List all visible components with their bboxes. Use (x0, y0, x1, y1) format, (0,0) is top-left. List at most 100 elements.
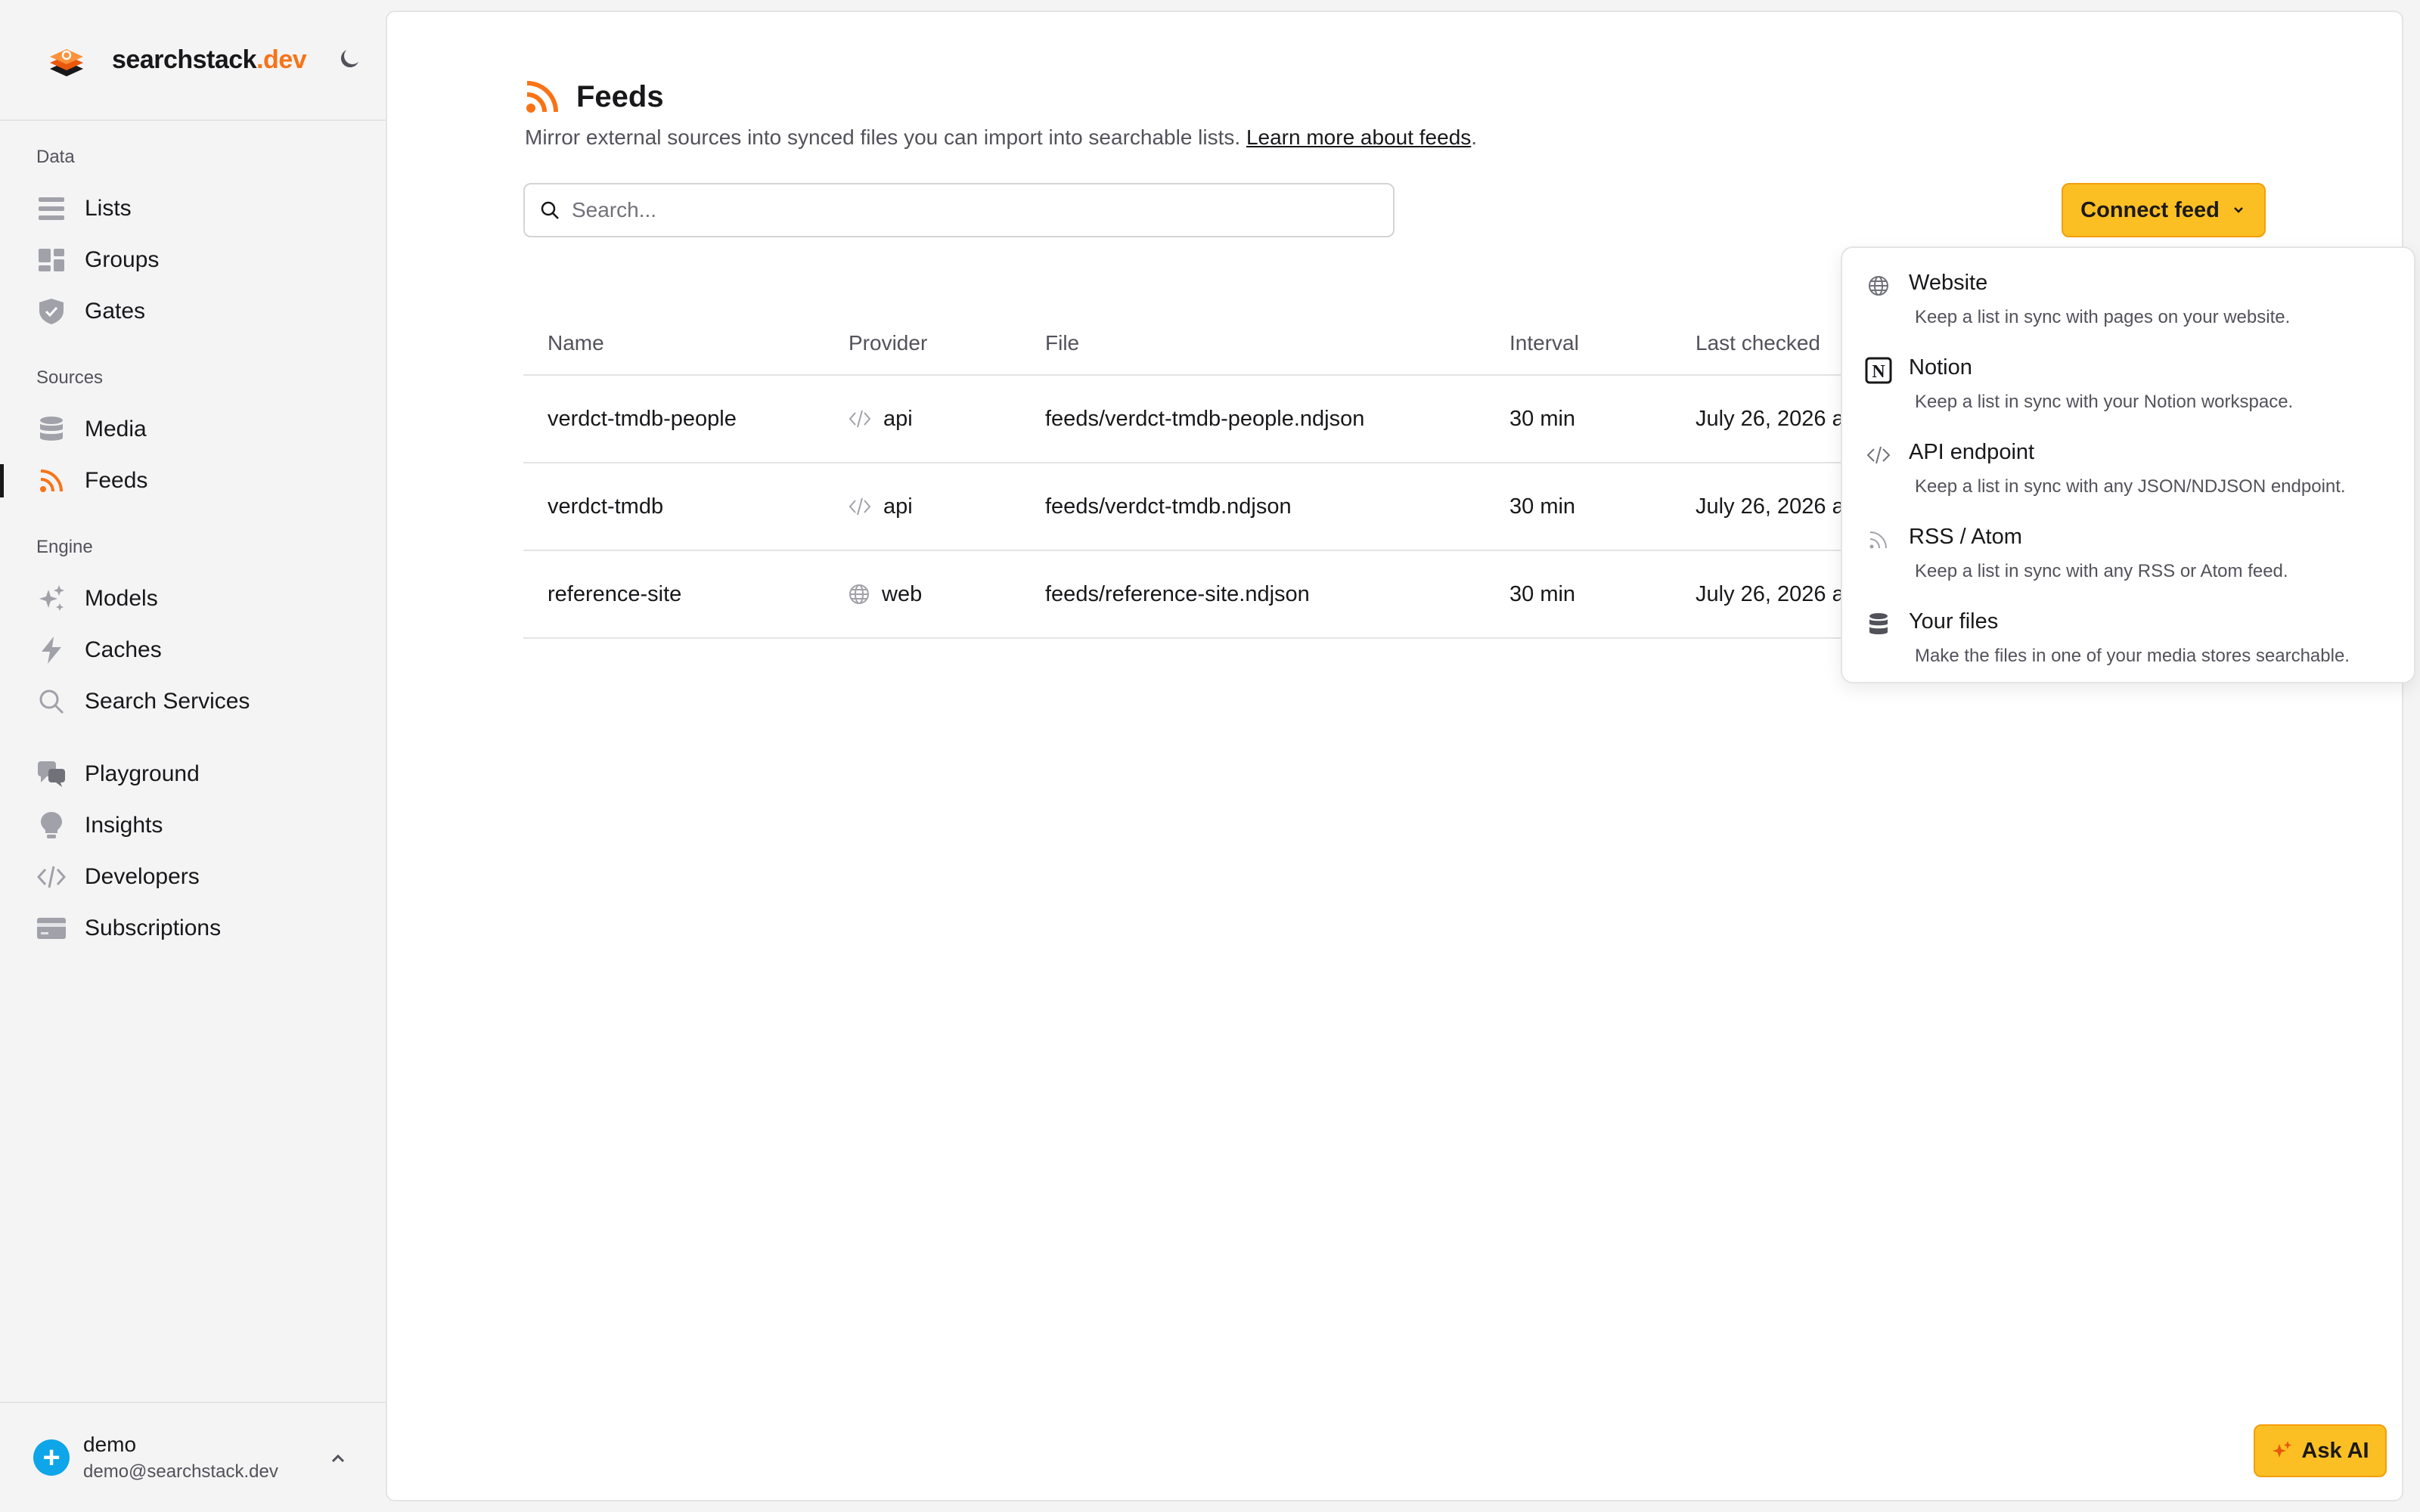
section-label-data: Data (36, 147, 75, 167)
learn-more-link[interactable]: Learn more about feeds (1246, 125, 1471, 149)
page-header: Feeds (523, 79, 664, 115)
sidebar-item-gates[interactable]: Gates (0, 287, 386, 336)
sidebar-item-label: Gates (85, 299, 146, 324)
connect-feed-menu: Website Keep a list in sync with pages o… (1841, 246, 2415, 683)
menu-item-title: RSS / Atom (1909, 525, 2022, 549)
bolt-icon (36, 635, 67, 665)
sidebar-item-label: Insights (85, 813, 163, 838)
menu-item-notion[interactable]: N Notion Keep a list in sync with your N… (1842, 342, 2417, 426)
sidebar-item-label: Search Services (85, 689, 250, 714)
cell-interval: 30 min (1485, 375, 1671, 463)
chevron-down-icon (2233, 207, 2243, 213)
chat-icon (36, 759, 67, 789)
cell-name: verdct-tmdb-people (523, 375, 824, 463)
code-icon (36, 862, 67, 892)
cell-interval: 30 min (1485, 550, 1671, 639)
search-input[interactable] (572, 198, 1366, 222)
search-icon (36, 686, 67, 717)
sidebar-item-label: Playground (85, 761, 200, 786)
menu-item-desc: Keep a list in sync with pages on your w… (1915, 307, 2291, 327)
section-label-sources: Sources (36, 367, 104, 388)
database-icon (36, 414, 67, 445)
sidebar-item-label: Media (85, 417, 147, 442)
cell-provider: api (824, 463, 1021, 551)
feeds-table: Name Provider File Interval Last checked… (523, 311, 2066, 639)
sidebar-item-groups[interactable]: Groups (0, 236, 386, 284)
sidebar-item-caches[interactable]: Caches (0, 626, 386, 674)
cell-provider: web (824, 550, 1021, 639)
list-icon (36, 194, 67, 224)
section-label-engine: Engine (36, 537, 93, 557)
code-icon (1865, 442, 1892, 469)
page-title: Feeds (576, 79, 664, 113)
menu-item-title: Your files (1909, 609, 1999, 634)
menu-item-title: Notion (1909, 355, 1972, 380)
column-header-file[interactable]: File (1021, 311, 1485, 376)
lightbulb-icon (36, 810, 67, 841)
logo-icon (50, 49, 83, 76)
moon-icon[interactable] (336, 45, 363, 73)
column-header-interval[interactable]: Interval (1485, 311, 1671, 376)
user-menu[interactable]: + demo demo@searchstack.dev (0, 1402, 386, 1512)
menu-item-rss-atom[interactable]: RSS / Atom Keep a list in sync with any … (1842, 511, 2417, 596)
database-icon (1865, 611, 1892, 638)
sidebar-item-label: Caches (85, 637, 162, 662)
sidebar-item-developers[interactable]: Developers (0, 853, 386, 901)
table-row[interactable]: reference-site web feeds/reference-site.… (523, 550, 2066, 639)
avatar: + (33, 1439, 70, 1476)
sidebar-item-models[interactable]: Models (0, 575, 386, 623)
svg-text:N: N (1872, 362, 1885, 382)
page-subtitle: Mirror external sources into synced file… (525, 125, 1478, 149)
sidebar-item-lists[interactable]: Lists (0, 184, 386, 233)
menu-item-desc: Keep a list in sync with any JSON/NDJSON… (1915, 476, 2346, 497)
menu-item-desc: Keep a list in sync with your Notion wor… (1915, 392, 2294, 412)
rss-icon (36, 466, 67, 496)
sidebar-item-label: Developers (85, 864, 200, 889)
sidebar-item-playground[interactable]: Playground (0, 750, 386, 798)
menu-item-title: API endpoint (1909, 440, 2035, 464)
menu-item-title: Website (1909, 271, 1988, 295)
search-box[interactable] (523, 183, 1395, 237)
column-header-name[interactable]: Name (523, 311, 824, 376)
sidebar-item-feeds[interactable]: Feeds (0, 457, 386, 505)
user-info: demo demo@searchstack.dev (83, 1433, 278, 1483)
sidebar-item-search-services[interactable]: Search Services (0, 677, 386, 726)
menu-item-your-files[interactable]: Your files Make the files in one of your… (1842, 596, 2417, 680)
cell-file: feeds/verdct-tmdb-people.ndjson (1021, 375, 1485, 463)
cell-name: reference-site (523, 550, 824, 639)
user-email: demo@searchstack.dev (83, 1461, 278, 1482)
table-row[interactable]: verdct-tmdb-people api feeds/verdct-tmdb… (523, 375, 2066, 463)
globe-icon (1865, 272, 1892, 299)
sidebar-item-label: Models (85, 586, 158, 611)
cell-provider: api (824, 375, 1021, 463)
sidebar-item-subscriptions[interactable]: Subscriptions (0, 904, 386, 953)
rss-icon (526, 81, 558, 113)
user-name: demo (83, 1433, 137, 1456)
groups-icon (36, 245, 67, 275)
code-icon (849, 497, 871, 516)
globe-icon (849, 584, 869, 604)
shield-icon (36, 296, 67, 327)
brand-name: searchstack.dev (112, 45, 307, 74)
main-panel: Feeds Mirror external sources into synce… (386, 11, 2403, 1501)
menu-item-website[interactable]: Website Keep a list in sync with pages o… (1842, 257, 2417, 342)
chevron-up-icon[interactable] (327, 1447, 349, 1470)
credit-card-icon (36, 913, 67, 943)
cell-name: verdct-tmdb (523, 463, 824, 551)
cell-file: feeds/verdct-tmdb.ndjson (1021, 463, 1485, 551)
sidebar-item-insights[interactable]: Insights (0, 801, 386, 850)
connect-feed-button[interactable]: Connect feed (2062, 183, 2266, 237)
menu-item-desc: Make the files in one of your media stor… (1915, 646, 2350, 666)
brand[interactable]: searchstack.dev (0, 0, 386, 121)
connect-feed-label: Connect feed (2080, 197, 2220, 222)
sidebar: searchstack.dev Data Lists Groups Gates … (0, 0, 386, 1512)
menu-item-desc: Keep a list in sync with any RSS or Atom… (1915, 561, 2288, 581)
cell-interval: 30 min (1485, 463, 1671, 551)
ask-ai-button[interactable]: Ask AI (2254, 1424, 2387, 1477)
notion-icon: N (1865, 357, 1892, 384)
column-header-provider[interactable]: Provider (824, 311, 1021, 376)
menu-item-api-endpoint[interactable]: API endpoint Keep a list in sync with an… (1842, 426, 2417, 511)
table-row[interactable]: verdct-tmdb api feeds/verdct-tmdb.ndjson… (523, 463, 2066, 551)
ask-ai-label: Ask AI (2301, 1438, 2369, 1463)
sidebar-item-media[interactable]: Media (0, 405, 386, 454)
